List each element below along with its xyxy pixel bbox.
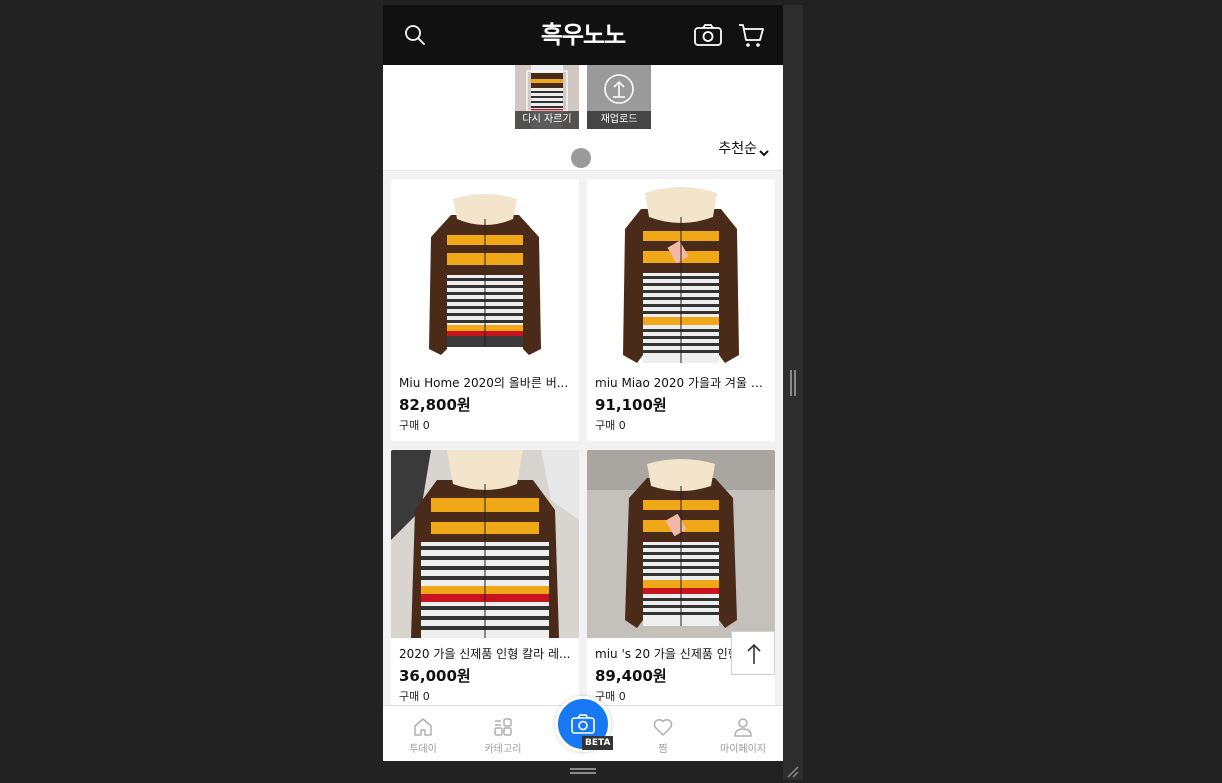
user-icon xyxy=(734,718,752,737)
product-image xyxy=(587,179,775,367)
nav-wishlist-label: 찜 xyxy=(658,744,668,755)
nav-today-label: 투데이 xyxy=(409,744,437,755)
search-icon[interactable] xyxy=(403,23,427,47)
product-image xyxy=(391,179,579,367)
app-logo[interactable]: 흑우노노 xyxy=(523,19,643,51)
category-icon xyxy=(494,718,512,736)
product-price: 82,800원 xyxy=(399,396,471,414)
nav-today[interactable]: 투데이 xyxy=(383,706,463,761)
app-screen: 흑우노노 다시 자르기 재업로드 추천순 Miu Home 2020의 올바른 … xyxy=(383,5,783,761)
nav-category[interactable]: 카테고리 xyxy=(463,706,543,761)
product-name: miu Miao 2020 가을과 겨울 줄... xyxy=(595,376,769,390)
bottom-resize-handle[interactable] xyxy=(570,768,596,774)
side-resize-handle[interactable] xyxy=(790,370,796,396)
product-purchase-count: 구매 0 xyxy=(595,419,626,432)
reupload-label: 재업로드 xyxy=(587,111,651,129)
upload-icon xyxy=(604,74,634,104)
home-icon xyxy=(414,718,432,736)
arrow-up-icon xyxy=(747,643,761,664)
product-price: 89,400원 xyxy=(595,667,667,685)
scroll-top-button[interactable] xyxy=(731,631,775,675)
nav-wishlist[interactable]: 찜 xyxy=(623,706,703,761)
product-purchase-count: 구매 0 xyxy=(399,419,430,432)
sort-label: 추천순 xyxy=(718,141,757,157)
product-purchase-count: 구매 0 xyxy=(399,690,430,703)
heart-icon xyxy=(653,719,673,736)
beta-badge: BETA xyxy=(582,736,614,750)
camera-icon[interactable] xyxy=(693,22,723,48)
product-price: 91,100원 xyxy=(595,396,667,414)
product-card[interactable]: miu Miao 2020 가을과 겨울 줄... 91,100원 구매 0 xyxy=(587,179,775,441)
sort-dropdown[interactable]: 추천순 xyxy=(718,139,769,159)
chevron-down-icon xyxy=(759,144,769,157)
recrop-button[interactable]: 다시 자르기 xyxy=(515,65,579,129)
product-image xyxy=(391,450,579,638)
cart-icon[interactable] xyxy=(737,21,765,49)
product-card[interactable]: 2020 가을 신제품 인형 칼라 레... 36,000원 구매 0 xyxy=(391,450,579,712)
reupload-button[interactable]: 재업로드 xyxy=(587,65,651,129)
product-name: 2020 가을 신제품 인형 칼라 레... xyxy=(399,647,571,661)
bottom-nav: 투데이 카테고리 BETA 찜 마이페이지 xyxy=(383,696,783,761)
nav-mypage[interactable]: 마이페이지 xyxy=(703,706,783,761)
product-card[interactable]: Miu Home 2020의 올바른 버... 82,800원 구매 0 xyxy=(391,179,579,441)
product-price: 36,000원 xyxy=(399,667,471,685)
product-grid: Miu Home 2020의 올바른 버... 82,800원 구매 0 miu… xyxy=(383,171,783,712)
app-header: 흑우노노 xyxy=(383,5,783,65)
resize-corner-icon[interactable] xyxy=(786,764,800,778)
drag-handle[interactable] xyxy=(571,148,591,168)
nav-mypage-label: 마이페이지 xyxy=(720,744,766,755)
recrop-label: 다시 자르기 xyxy=(515,111,579,129)
product-name: Miu Home 2020의 올바른 버... xyxy=(399,376,569,390)
nav-category-label: 카테고리 xyxy=(484,744,522,755)
product-image xyxy=(587,450,775,638)
